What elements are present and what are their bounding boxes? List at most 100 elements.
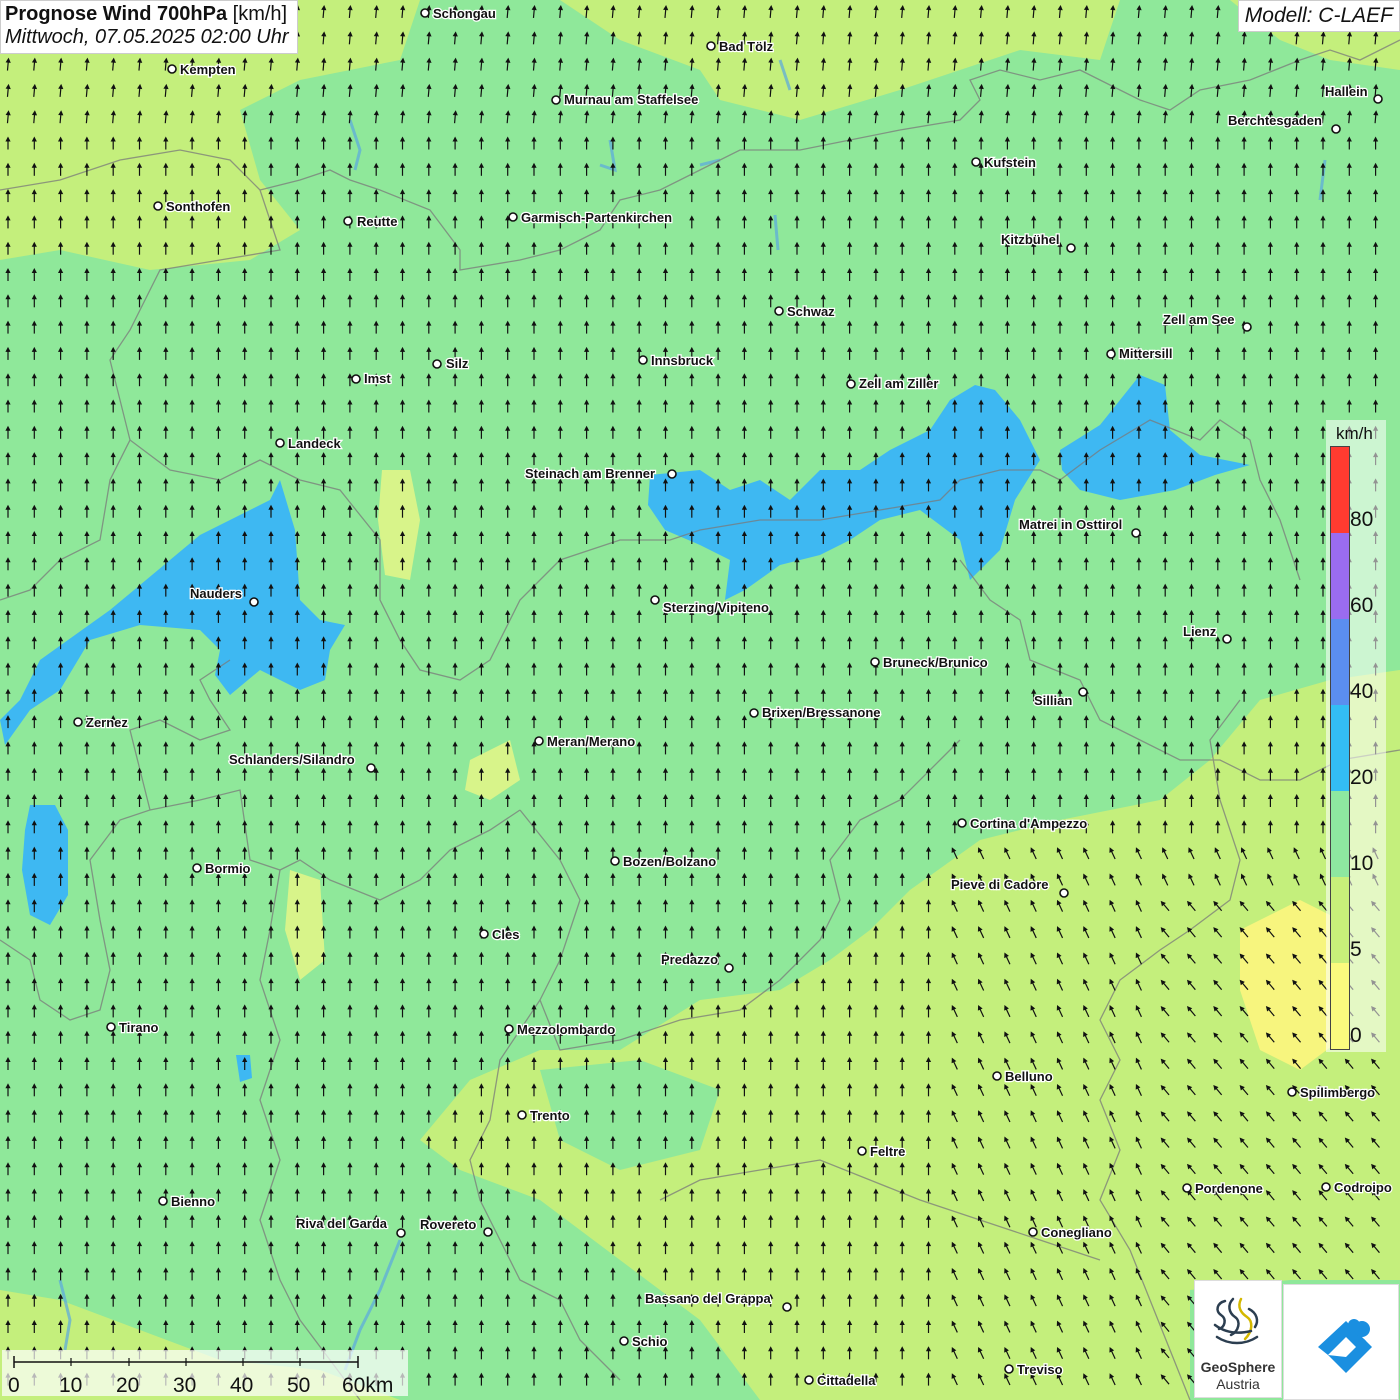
city-label: Belluno (1005, 1069, 1053, 1084)
map-title-box: Prognose Wind 700hPa [km/h] Mittwoch, 07… (0, 0, 298, 54)
city-label: Conegliano (1041, 1225, 1112, 1240)
city-label: Sonthofen (166, 199, 230, 214)
city-murnau: Murnau am Staffelsee (551, 91, 700, 108)
city-label: Reutte (357, 214, 397, 229)
map-title: Prognose Wind 700hPa [km/h] (5, 3, 289, 26)
scale-bar: 0 10 20 30 40 50 60km (2, 1350, 408, 1397)
city-mezzolombardo: Mezzolombardo (504, 1021, 617, 1038)
city-label: Predazzo (661, 952, 718, 967)
legend-tick: 40 (1350, 680, 1374, 703)
city-label: Feltre (870, 1144, 905, 1159)
city-label: Sterzing/Vipiteno (663, 600, 769, 615)
city-label: Mezzolombardo (517, 1022, 615, 1037)
city-label: Landeck (288, 436, 342, 451)
city-label: Schlanders/Silandro (229, 752, 355, 767)
city-conegliano: Conegliano (1028, 1224, 1113, 1241)
scale-label: 10 (59, 1374, 83, 1397)
legend-color-bar (1330, 446, 1350, 1050)
city-garmisch: Garmisch-Partenkirchen (508, 209, 673, 226)
city-label: Meran/Merano (547, 734, 635, 749)
logo-text-geosphere: GeoSphere (1200, 1359, 1276, 1375)
scale-label: 60km (342, 1374, 394, 1397)
scale-bar-labels: 0 10 20 30 40 50 60km (2, 1374, 408, 1397)
scale-label: 20 (116, 1374, 140, 1397)
forecast-datetime: Mittwoch, 07.05.2025 02:00 Uhr (5, 26, 289, 48)
city-label: Codroipo (1334, 1180, 1392, 1195)
legend-tick: 60 (1350, 594, 1374, 617)
city-label: Zernez (86, 715, 128, 730)
city-innsbruck: Innsbruck (638, 352, 715, 369)
city-label: Bormio (205, 861, 251, 876)
city-spilimbergo: Spilimbergo (1287, 1084, 1376, 1101)
city-label: Cles (492, 927, 519, 942)
city-label: Bruneck/Brunico (883, 655, 988, 670)
city-label: Treviso (1017, 1362, 1063, 1377)
city-label: Bozen/Bolzano (623, 854, 716, 869)
scale-bar-ruler (13, 1356, 359, 1368)
city-label: Hallein (1325, 84, 1368, 99)
city-label: Bassano del Grappa (645, 1291, 771, 1306)
scale-label: 40 (230, 1374, 254, 1397)
geosphere-logo[interactable]: GeoSphere Austria (1194, 1280, 1282, 1398)
city-label: Rovereto (420, 1217, 476, 1232)
legend-segment-green (1331, 791, 1349, 877)
city-label: Schongau (433, 6, 496, 21)
city-label: Garmisch-Partenkirchen (521, 210, 672, 225)
city-label: Zell am Ziller (859, 376, 938, 391)
city-cortina: Cortina d'Ampezzo (957, 815, 1089, 832)
city-label: Kempten (180, 62, 236, 77)
legend-segment-purple (1331, 533, 1349, 619)
city-label: Murnau am Staffelsee (564, 92, 698, 107)
city-label: Nauders (190, 586, 242, 601)
legend-unit: km/h (1336, 424, 1373, 443)
legend-tick: 80 (1350, 508, 1374, 531)
city-label: Silz (446, 356, 469, 371)
city-meran: Meran/Merano (534, 733, 636, 750)
city-zell-am-ziller: Zell am Ziller (846, 375, 940, 392)
city-label: Sillian (1034, 693, 1072, 708)
city-label: Schio (632, 1334, 667, 1349)
legend-tick: 5 (1350, 938, 1362, 961)
legend-tick: 0 (1350, 1024, 1362, 1047)
legend-tick: 10 (1350, 852, 1374, 875)
legend-segment-yellow (1331, 963, 1349, 1049)
legend-segment-red (1331, 447, 1349, 533)
city-label: Spilimbergo (1300, 1085, 1375, 1100)
wind-map: Schongau Bad Tölz Kempten Murnau am Staf… (0, 0, 1400, 1400)
city-label: Pordenone (1195, 1181, 1263, 1196)
city-schongau: Schongau (420, 5, 497, 22)
city-label: Trento (530, 1108, 570, 1123)
legend-segment-lime (1331, 877, 1349, 963)
city-label: Kufstein (984, 155, 1036, 170)
scale-label: 50 (287, 1374, 311, 1397)
logo-text-austria: Austria (1216, 1376, 1260, 1392)
city-label: Matrei in Osttirol (1019, 517, 1122, 532)
city-label: Kitzbühel (1001, 232, 1060, 247)
city-label: Brixen/Bressanone (762, 705, 881, 720)
legend-tick: 20 (1350, 766, 1374, 789)
model-label: Modell: C-LAEF (1237, 0, 1400, 32)
city-label: Cittadella (817, 1373, 876, 1388)
city-brixen: Brixen/Bressanone (749, 704, 882, 721)
legend-segment-cyan (1331, 705, 1349, 791)
city-label: Bad Tölz (719, 39, 774, 54)
city-label: Pieve di Cadore (951, 877, 1049, 892)
scale-label: 30 (173, 1374, 197, 1397)
title-text: Prognose Wind 700hPa (5, 3, 228, 25)
city-label: Zell am See (1163, 312, 1235, 327)
city-label: Cortina d'Ampezzo (970, 816, 1087, 831)
app-logo-icon (1318, 1319, 1372, 1373)
city-steinach: Steinach am Brenner (524, 465, 677, 482)
city-label: Mittersill (1119, 346, 1172, 361)
weather-app-logo[interactable] (1283, 1284, 1399, 1400)
city-sonthofen: Sonthofen (153, 198, 232, 215)
city-label: Lienz (1183, 624, 1217, 639)
city-bruneck: Bruneck/Brunico (870, 654, 989, 671)
city-label: Innsbruck (651, 353, 714, 368)
city-label: Imst (364, 371, 391, 386)
legend-segment-blue (1331, 619, 1349, 705)
city-label: Berchtesgaden (1228, 113, 1322, 128)
city-label: Steinach am Brenner (525, 466, 655, 481)
city-label: Riva del Garda (296, 1216, 388, 1231)
city-label: Bienno (171, 1194, 215, 1209)
